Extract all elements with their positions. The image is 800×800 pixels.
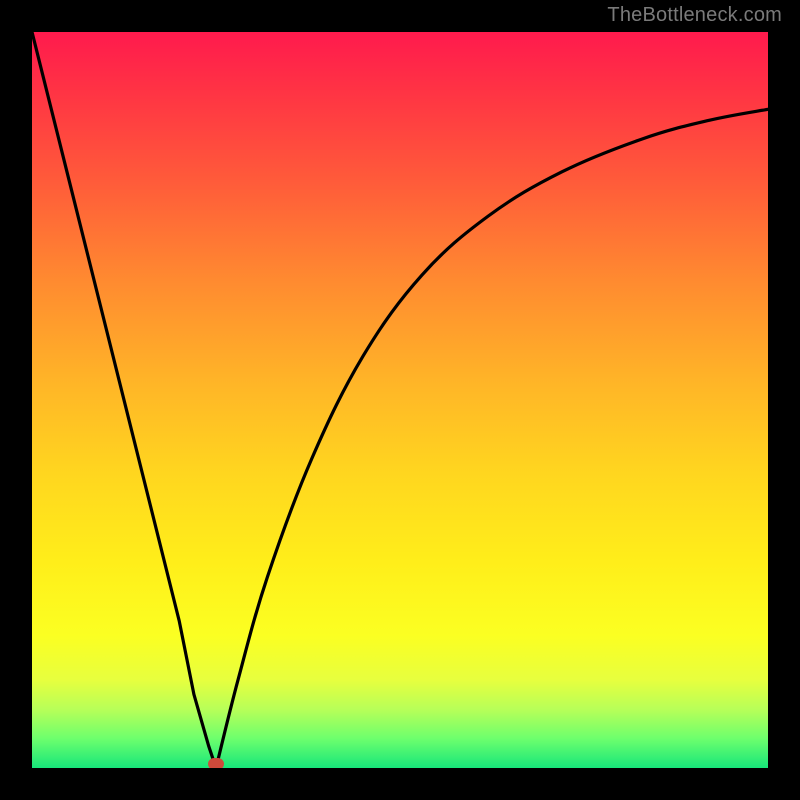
left-branch-path bbox=[32, 32, 216, 768]
plot-area bbox=[32, 32, 768, 768]
curve-layer bbox=[32, 32, 768, 768]
right-branch-path bbox=[216, 109, 768, 768]
minimum-marker bbox=[208, 758, 224, 768]
chart-container: TheBottleneck.com bbox=[0, 0, 800, 800]
watermark-label: TheBottleneck.com bbox=[607, 4, 782, 27]
